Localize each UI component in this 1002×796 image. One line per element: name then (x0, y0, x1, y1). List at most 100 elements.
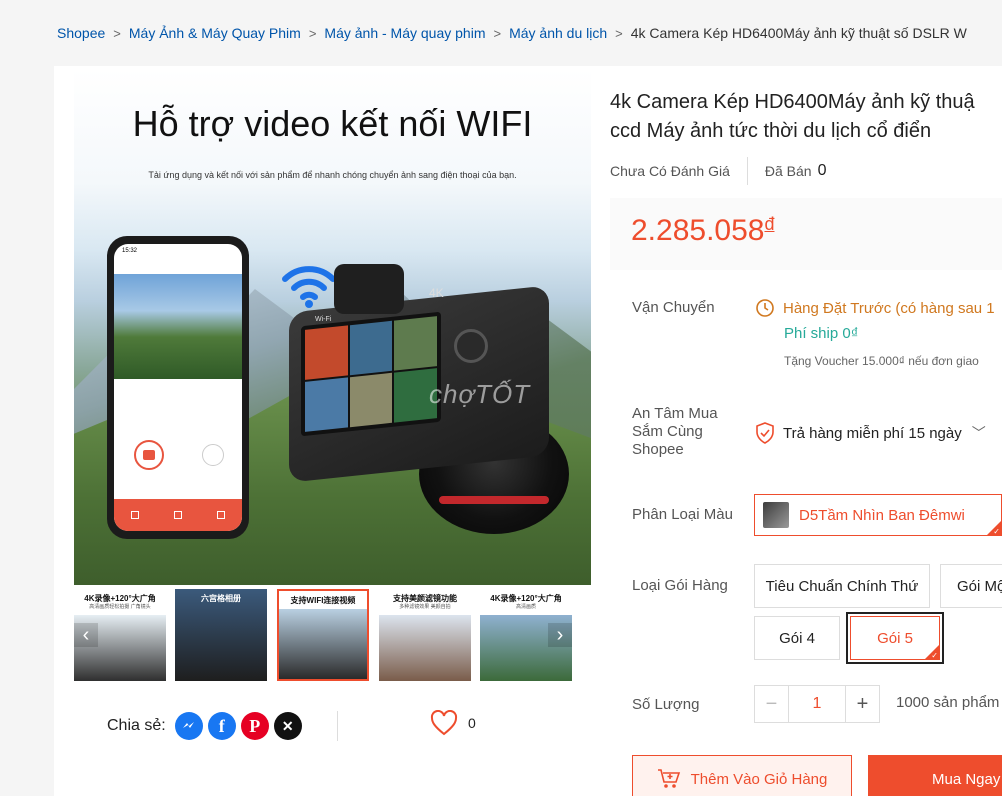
camera-lcd-screen (301, 311, 441, 437)
chevron-down-icon: ﹀ (971, 425, 986, 441)
breadcrumb: Shopee > Máy Ảnh & Máy Quay Phim > Máy ả… (0, 0, 1002, 66)
package-label: Loại Gói Hàng (632, 577, 728, 594)
thumbnail-caption: 六宫格相册 (201, 594, 241, 603)
selected-check-icon (987, 521, 1001, 535)
variant-label: D5Tầm Nhìn Ban Đêmwi (799, 506, 965, 524)
phone-time: 15:32 (122, 248, 138, 254)
buy-now-button[interactable]: Mua Ngay (868, 755, 1002, 796)
breadcrumb-item-cameras[interactable]: Máy Ảnh & Máy Quay Phim (129, 25, 301, 41)
color-variant-option-selected[interactable]: D5Tầm Nhìn Ban Đêmwi (754, 494, 1002, 536)
sold-label: Đã Bán (764, 163, 812, 179)
package-option-standard[interactable]: Tiêu Chuẩn Chính Thứ (754, 564, 930, 608)
thumbnail-prev-arrow-icon[interactable]: ‹ (74, 623, 98, 647)
camera-4k-label: 4K (429, 286, 444, 300)
price-box: 2.285.058đ (610, 198, 1002, 270)
heart-icon (430, 710, 458, 736)
breadcrumb-current: 4k Camera Kép HD6400Máy ảnh kỹ thuật số … (630, 25, 967, 41)
thumbnail-subcaption: 高清画质轻松拍摄 广角镜头 (89, 604, 151, 610)
thumbnail-strip: 4K录像+120°大广角 高清画质轻松拍摄 广角镜头 六宫格相册 支持WIFI连… (74, 589, 591, 683)
share-row: Chia sẻ: f P ✕ (107, 709, 302, 743)
quantity-decrease-button[interactable]: − (755, 686, 789, 722)
breadcrumb-item-shopee[interactable]: Shopee (57, 25, 105, 41)
product-title-line-1: 4k Camera Kép HD6400Máy ảnh kỹ thuậ (610, 91, 975, 113)
thumbnail-next-arrow-icon[interactable]: › (548, 623, 572, 647)
guarantee-label-line: Sắm Cùng (632, 423, 703, 440)
quantity-label: Số Lượng (632, 696, 700, 713)
phone-screen: 15:32 (114, 244, 242, 531)
camera-control-dial (454, 329, 488, 363)
shipping-label: Vận Chuyển (632, 299, 715, 316)
stock-count: 1000 sản phẩm (896, 694, 1000, 711)
thumbnail-4[interactable]: 支持美颜滤镜功能 多种滤镜效果 美颜自拍 (379, 589, 471, 681)
thumbnail-subcaption: 高清画质 (515, 604, 536, 610)
thumbnail-3-active[interactable]: 支持WIFI连接视频 (277, 589, 369, 681)
guarantee-label-line: An Tâm Mua (632, 405, 718, 422)
breadcrumb-separator: > (615, 25, 623, 41)
price-currency: đ (764, 214, 775, 234)
breadcrumb-item-travel-camera[interactable]: Máy ảnh du lịch (509, 25, 607, 41)
quantity-input[interactable]: 1 (789, 686, 845, 722)
add-to-cart-button[interactable]: Thêm Vào Giỏ Hàng (632, 755, 852, 796)
package-option-goi-5-selected[interactable]: Gói 5 (846, 612, 944, 664)
phone-tab-bar (114, 499, 242, 531)
product-page: Shopee > Máy Ảnh & Máy Quay Phim > Máy ả… (0, 0, 1002, 796)
camera-lens-ring (439, 496, 549, 504)
pinterest-icon[interactable]: P (240, 712, 269, 740)
package-option-goi-4[interactable]: Gói 4 (754, 616, 840, 660)
breadcrumb-separator: > (308, 25, 317, 41)
buy-now-label: Mua Ngay (932, 770, 1001, 788)
x-icon[interactable]: ✕ (273, 712, 302, 740)
shield-icon (756, 422, 774, 444)
thumbnail-2[interactable]: 六宫格相册 (175, 589, 267, 681)
add-to-cart-label: Thêm Vào Giỏ Hàng (690, 770, 828, 788)
rating-row: Chưa Có Đánh Giá Đã Bán 0 (610, 157, 826, 185)
shipping-voucher: Tặng Voucher 15.000₫ nếu đơn giao (784, 354, 979, 368)
product-title: 4k Camera Kép HD6400Máy ảnh kỹ thuậ ccd … (610, 88, 1002, 146)
thumbnail-caption: 支持WIFI连接视频 (290, 596, 356, 605)
guarantee-label: An Tâm Mua Sắm Cùng Shopee (632, 405, 718, 459)
record-icon (134, 440, 164, 470)
image-subtext: Tải ứng dụng và kết nối với sản phẩm để … (148, 170, 517, 180)
main-product-image[interactable]: Hỗ trợ video kết nối WIFI Tải ứng dụng v… (74, 69, 591, 585)
shipping-fee: Phí ship 0₫ (784, 325, 859, 342)
product-title-line-2: ccd Máy ảnh tức thời du lịch cổ điển (610, 120, 932, 142)
camera-viewfinder (334, 264, 404, 314)
guarantee-label-line: Shopee (632, 441, 684, 458)
return-guarantee[interactable]: Trả hàng miễn phí 15 ngày ﹀ (755, 422, 986, 444)
preorder-text: Hàng Đặt Trước (có hàng sau 1 (783, 299, 995, 317)
clock-icon (756, 299, 774, 317)
breadcrumb-item-camera-camcorder[interactable]: Máy ảnh - Máy quay phim (324, 25, 485, 41)
cart-icon (657, 769, 680, 788)
watermark: chợTỐT (429, 379, 531, 409)
breadcrumb-separator: > (113, 25, 121, 41)
thumbnail-image (279, 609, 367, 679)
smartphone-illustration: 15:32 (107, 236, 249, 539)
favorite-count: 0 (468, 715, 476, 731)
camera-wifi-label: Wi-Fi (315, 316, 332, 323)
share-divider (337, 711, 338, 741)
share-label: Chia sẻ: (107, 717, 166, 734)
thumbnail-image (379, 615, 471, 681)
messenger-icon[interactable] (174, 712, 203, 740)
camera-icon (202, 444, 224, 466)
package-option-goi-mot[interactable]: Gói Mộ (940, 564, 1002, 608)
package-option-label: Gói 5 (877, 629, 913, 647)
sold-count: 0 (817, 162, 827, 179)
quantity-increase-button[interactable]: + (845, 686, 879, 722)
preorder-info: Hàng Đặt Trước (có hàng sau 1 (755, 298, 995, 318)
color-variant-label: Phân Loại Màu (632, 506, 733, 523)
thumbnail-subcaption: 多种滤镜效果 美颜自拍 (399, 604, 451, 610)
price: 2.285.058đ (631, 214, 774, 248)
quantity-stepper: − 1 + (754, 685, 880, 723)
price-value: 2.285.058 (631, 214, 765, 247)
rating-text: Chưa Có Đánh Giá (610, 163, 730, 179)
guarantee-text: Trả hàng miễn phí 15 ngày (783, 424, 962, 442)
breadcrumb-separator: > (493, 25, 502, 41)
phone-photo-preview (114, 274, 242, 379)
image-headline: Hỗ trợ video kết nối WIFI (132, 103, 533, 144)
facebook-icon[interactable]: f (207, 712, 236, 740)
favorite-button[interactable]: 0 (430, 710, 476, 736)
variant-thumbnail (763, 502, 789, 528)
rating-divider (746, 157, 748, 185)
selected-check-icon (925, 645, 939, 659)
